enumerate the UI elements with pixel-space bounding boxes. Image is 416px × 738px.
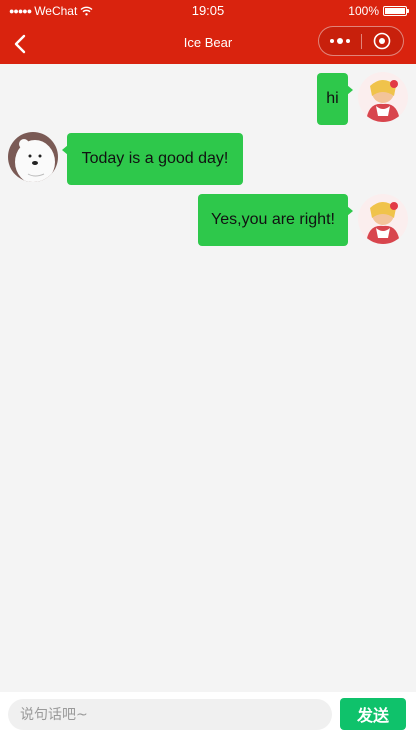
close-miniprogram-button[interactable] xyxy=(361,27,403,55)
send-button[interactable]: 发送 xyxy=(340,698,406,730)
status-bar: ●●●●● WeChat 19:05 100% xyxy=(0,0,416,22)
more-dots-icon xyxy=(330,39,334,43)
message-input[interactable] xyxy=(8,699,332,730)
contact-avatar[interactable] xyxy=(8,132,58,182)
battery-icon xyxy=(383,6,409,16)
message-bubble-sent: hi xyxy=(317,73,353,125)
more-button[interactable] xyxy=(319,27,361,55)
message-text: Yes,you are right! xyxy=(211,211,335,228)
message-bubble-sent: Yes,you are right! xyxy=(198,194,353,246)
message-composer: 发送 xyxy=(0,692,416,738)
message-text: hi xyxy=(326,90,339,107)
target-circle-icon xyxy=(373,32,391,50)
battery-percent: 100% xyxy=(348,4,379,18)
user-avatar[interactable] xyxy=(358,194,408,244)
message-bubble-received: Today is a good day! xyxy=(62,133,243,185)
message-text: Today is a good day! xyxy=(81,150,229,167)
user-avatar[interactable] xyxy=(358,72,408,122)
navigation-bar: Ice Bear xyxy=(0,22,416,64)
battery-status: 100% xyxy=(348,4,409,18)
chat-messages[interactable]: hi Today is a good day! Yes,you are righ… xyxy=(0,64,416,692)
header: ●●●●● WeChat 19:05 100% Ice Bear xyxy=(0,0,416,64)
menu-capsule xyxy=(318,26,404,56)
